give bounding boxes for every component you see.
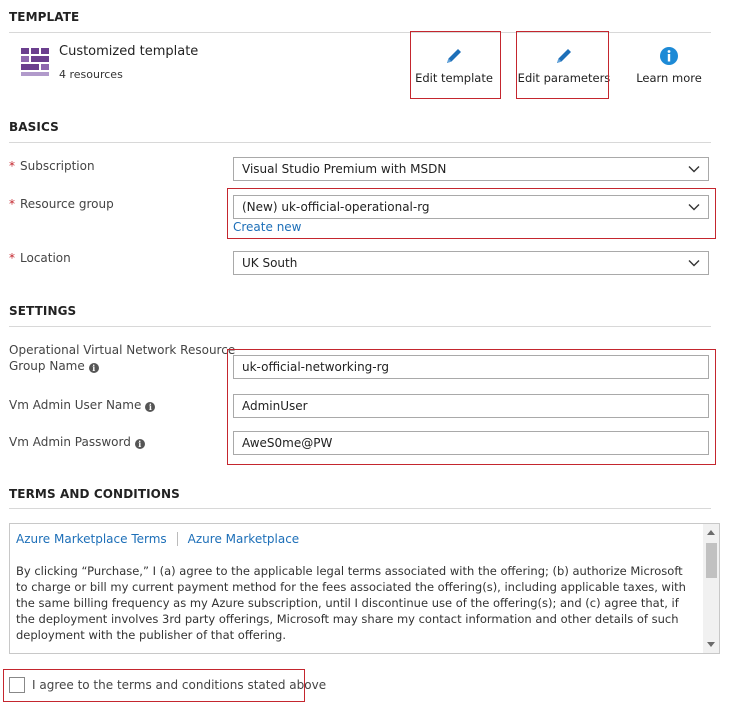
- agree-terms-label[interactable]: I agree to the terms and conditions stat…: [32, 678, 326, 692]
- info-circle-icon: [660, 47, 678, 65]
- subscription-label: Subscription: [20, 159, 95, 173]
- terms-section-header: TERMS AND CONDITIONS: [9, 487, 180, 501]
- info-icon[interactable]: i: [145, 402, 156, 412]
- network-rg-name-label-line1: Operational Virtual Network Resource: [9, 343, 236, 357]
- azure-marketplace-terms-link[interactable]: Azure Marketplace Terms: [16, 532, 167, 546]
- chevron-down-icon: [688, 260, 700, 267]
- network-rg-name-label: Operational Virtual Network Resource Gro…: [9, 342, 235, 374]
- terms-scrollbar[interactable]: [703, 524, 719, 653]
- info-icon[interactable]: i: [88, 363, 99, 373]
- admin-password-input[interactable]: AweS0me@PW: [233, 431, 709, 455]
- admin-user-input[interactable]: AdminUser: [233, 394, 709, 418]
- required-marker: *: [9, 197, 15, 211]
- basics-section-header: BASICS: [9, 120, 59, 134]
- settings-section-divider: [9, 326, 711, 327]
- chevron-down-icon: [688, 166, 700, 173]
- edit-parameters-label: Edit parameters: [517, 71, 611, 85]
- scroll-down-arrow-icon[interactable]: [707, 642, 715, 647]
- resource-group-label: Resource group: [20, 197, 114, 211]
- template-section-divider: [9, 32, 711, 33]
- terms-body-text: By clicking “Purchase,” I (a) agree to t…: [16, 564, 686, 642]
- template-grid-icon: [21, 48, 49, 76]
- edit-template-label: Edit template: [415, 71, 493, 85]
- admin-user-label: Vm Admin User Name i: [9, 397, 156, 413]
- template-resource-count: 4 resources: [59, 68, 123, 81]
- edit-template-button[interactable]: Edit template: [406, 42, 502, 90]
- template-title: Customized template: [59, 44, 199, 59]
- info-icon[interactable]: i: [134, 439, 145, 449]
- chevron-down-icon: [688, 204, 700, 211]
- azure-marketplace-link[interactable]: Azure Marketplace: [188, 532, 300, 546]
- required-marker: *: [9, 251, 15, 265]
- edit-parameters-button[interactable]: Edit parameters: [516, 42, 612, 90]
- terms-links-row: Azure Marketplace Terms Azure Marketplace: [16, 532, 299, 546]
- scroll-thumb[interactable]: [706, 543, 717, 578]
- resource-group-dropdown[interactable]: (New) uk-official-operational-rg: [233, 195, 709, 219]
- scroll-up-arrow-icon[interactable]: [707, 530, 715, 535]
- admin-password-label-text: Vm Admin Password: [9, 435, 131, 449]
- basics-section-divider: [9, 142, 711, 143]
- learn-more-button[interactable]: Learn more: [621, 42, 717, 90]
- learn-more-label: Learn more: [636, 71, 702, 85]
- location-dropdown[interactable]: UK South: [233, 251, 709, 275]
- link-separator: [176, 532, 178, 546]
- location-label: Location: [20, 251, 71, 265]
- network-rg-name-input[interactable]: uk-official-networking-rg: [233, 355, 709, 379]
- create-new-resource-group-link[interactable]: Create new: [233, 220, 302, 234]
- subscription-dropdown[interactable]: Visual Studio Premium with MSDN: [233, 157, 709, 181]
- admin-password-label: Vm Admin Password i: [9, 434, 145, 450]
- pencil-icon: [447, 49, 461, 63]
- subscription-value: Visual Studio Premium with MSDN: [242, 162, 447, 176]
- resource-group-value: (New) uk-official-operational-rg: [242, 200, 430, 214]
- terms-section-divider: [9, 508, 711, 509]
- template-section-header: TEMPLATE: [9, 10, 80, 24]
- agree-terms-checkbox[interactable]: [9, 677, 25, 693]
- settings-section-header: SETTINGS: [9, 304, 77, 318]
- pencil-icon: [557, 49, 571, 63]
- location-value: UK South: [242, 256, 298, 270]
- terms-panel[interactable]: Azure Marketplace Terms Azure Marketplace…: [9, 523, 720, 654]
- network-rg-name-label-line2: Group Name: [9, 359, 85, 373]
- required-marker: *: [9, 159, 15, 173]
- admin-user-label-text: Vm Admin User Name: [9, 398, 142, 412]
